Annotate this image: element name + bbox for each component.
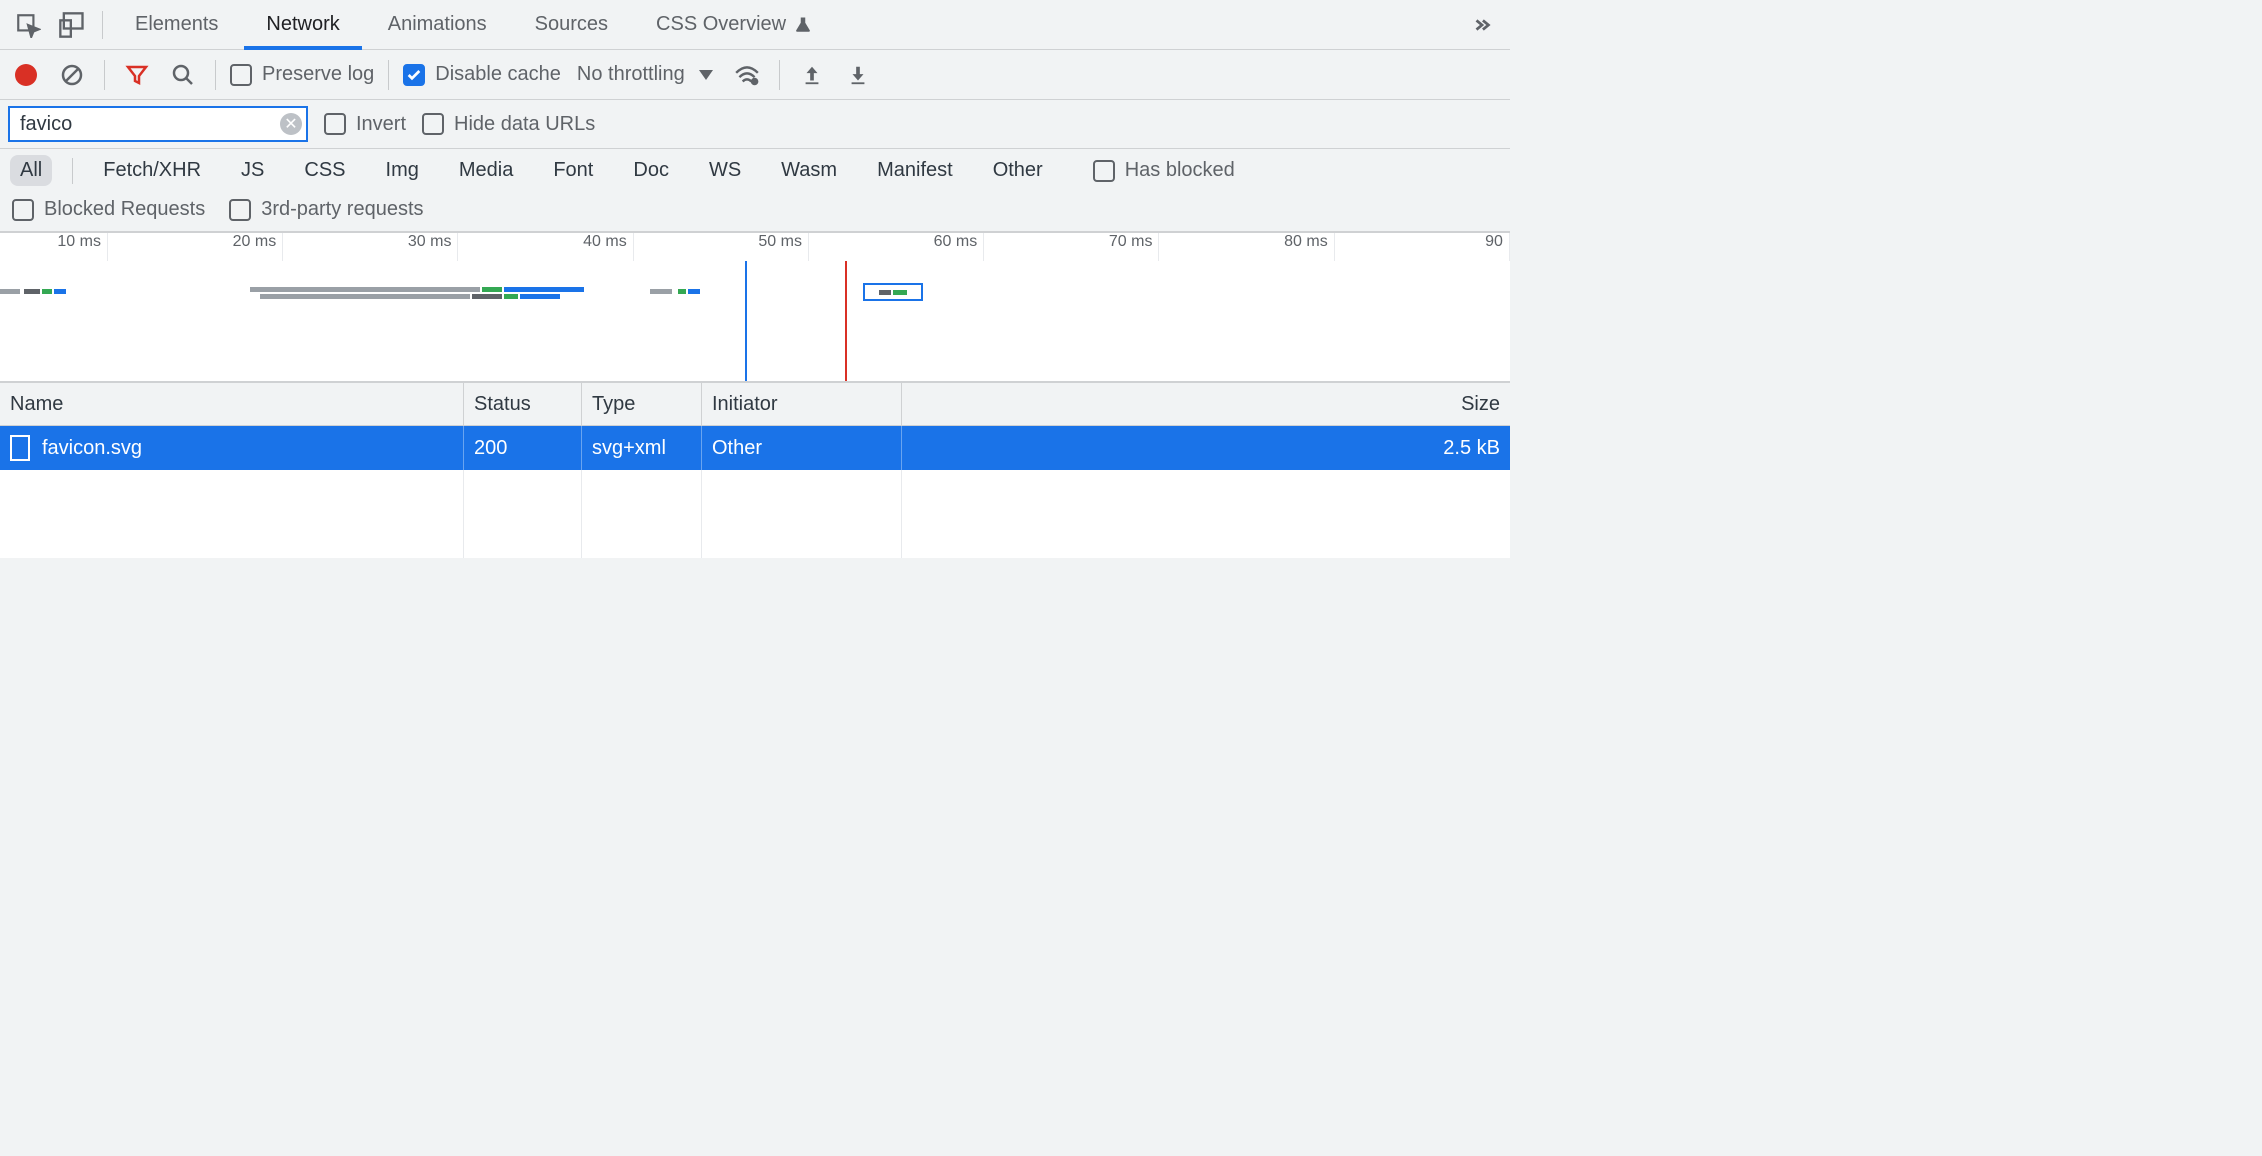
- cell-initiator: Other: [702, 426, 902, 470]
- record-button[interactable]: [8, 57, 44, 93]
- type-ws[interactable]: WS: [699, 155, 751, 186]
- inspect-element-icon[interactable]: [8, 5, 48, 45]
- checkbox-box: [12, 199, 34, 221]
- checkbox-box: [1093, 160, 1115, 182]
- type-js[interactable]: JS: [231, 155, 274, 186]
- search-icon[interactable]: [165, 57, 201, 93]
- cell-status: 200: [464, 426, 582, 470]
- domcontentloaded-marker: [745, 261, 747, 381]
- table-row[interactable]: favicon.svg 200 svg+xml Other 2.5 kB: [0, 426, 1510, 470]
- separator: [72, 158, 73, 184]
- timeline-selection[interactable]: [863, 283, 923, 301]
- cell-type: svg+xml: [582, 426, 702, 470]
- type-font[interactable]: Font: [543, 155, 603, 186]
- checkbox-box: [324, 113, 346, 135]
- checkbox-box: [229, 199, 251, 221]
- chevron-down-icon: [699, 70, 713, 80]
- col-initiator[interactable]: Initiator: [702, 383, 902, 425]
- col-name[interactable]: Name: [0, 383, 464, 425]
- type-manifest[interactable]: Manifest: [867, 155, 963, 186]
- separator: [102, 11, 103, 39]
- separator: [388, 60, 389, 90]
- type-media[interactable]: Media: [449, 155, 523, 186]
- checkbox-label: Invert: [356, 113, 406, 136]
- col-status[interactable]: Status: [464, 383, 582, 425]
- load-marker: [845, 261, 847, 381]
- checkbox-box: [403, 64, 425, 86]
- tick: 90: [1335, 233, 1510, 261]
- type-doc[interactable]: Doc: [623, 155, 679, 186]
- flask-icon: [794, 15, 812, 35]
- cell-size: 2.5 kB: [902, 426, 1510, 470]
- tab-animations[interactable]: Animations: [366, 0, 509, 50]
- has-blocked-checkbox[interactable]: Has blocked: [1093, 159, 1235, 182]
- table-header: Name Status Type Initiator Size: [0, 382, 1510, 426]
- type-filter-row: All Fetch/XHR JS CSS Img Media Font Doc …: [0, 149, 1510, 192]
- blocked-requests-checkbox[interactable]: Blocked Requests: [12, 198, 205, 221]
- tick: 50 ms: [634, 233, 809, 261]
- tick: 70 ms: [984, 233, 1159, 261]
- table-row-empty: [0, 514, 1510, 558]
- table-row-empty: [0, 470, 1510, 514]
- clear-filter-icon[interactable]: ✕: [280, 113, 302, 135]
- checkbox-label: Preserve log: [262, 63, 374, 86]
- hide-data-urls-checkbox[interactable]: Hide data URLs: [422, 113, 595, 136]
- type-css[interactable]: CSS: [294, 155, 355, 186]
- tab-sources[interactable]: Sources: [513, 0, 630, 50]
- throttling-select[interactable]: No throttling: [571, 63, 719, 86]
- network-toolbar: Preserve log Disable cache No throttling: [0, 50, 1510, 100]
- tab-css-overview[interactable]: CSS Overview: [634, 0, 834, 50]
- filter-icon[interactable]: [119, 57, 155, 93]
- throttling-label: No throttling: [577, 63, 685, 86]
- devtools-tabbar: Elements Network Animations Sources CSS …: [0, 0, 1510, 50]
- checkbox-label: Hide data URLs: [454, 113, 595, 136]
- col-type[interactable]: Type: [582, 383, 702, 425]
- tick: 40 ms: [458, 233, 633, 261]
- requests-table: Name Status Type Initiator Size favicon.…: [0, 382, 1510, 558]
- filter-row: ✕ Invert Hide data URLs: [0, 100, 1510, 149]
- type-other[interactable]: Other: [983, 155, 1053, 186]
- tick: 60 ms: [809, 233, 984, 261]
- tab-elements[interactable]: Elements: [113, 0, 240, 50]
- file-icon: [10, 435, 30, 461]
- tick: 80 ms: [1159, 233, 1334, 261]
- separator: [215, 60, 216, 90]
- device-toolbar-icon[interactable]: [52, 5, 92, 45]
- request-name: favicon.svg: [42, 437, 142, 460]
- preserve-log-checkbox[interactable]: Preserve log: [230, 63, 374, 86]
- tab-network[interactable]: Network: [244, 0, 361, 50]
- timeline-overview[interactable]: 10 ms 20 ms 30 ms 40 ms 50 ms 60 ms 70 m…: [0, 232, 1510, 382]
- timeline-ticks: 10 ms 20 ms 30 ms 40 ms 50 ms 60 ms 70 m…: [0, 233, 1510, 261]
- checkbox-box: [422, 113, 444, 135]
- cell-name: favicon.svg: [0, 426, 464, 470]
- tick: 30 ms: [283, 233, 458, 261]
- type-fetch-xhr[interactable]: Fetch/XHR: [93, 155, 211, 186]
- clear-icon[interactable]: [54, 57, 90, 93]
- tick: 20 ms: [108, 233, 283, 261]
- network-conditions-icon[interactable]: [729, 57, 765, 93]
- filter-row-2: Blocked Requests 3rd-party requests: [0, 192, 1510, 232]
- upload-har-icon[interactable]: [794, 57, 830, 93]
- checkbox-box: [230, 64, 252, 86]
- type-wasm[interactable]: Wasm: [771, 155, 847, 186]
- type-all[interactable]: All: [10, 155, 52, 186]
- more-tabs-icon[interactable]: [1462, 5, 1502, 45]
- col-size[interactable]: Size: [902, 383, 1510, 425]
- tab-label: CSS Overview: [656, 13, 786, 36]
- invert-checkbox[interactable]: Invert: [324, 113, 406, 136]
- tick: 10 ms: [0, 233, 108, 261]
- filter-input-wrap: ✕: [8, 106, 308, 142]
- separator: [104, 60, 105, 90]
- separator: [779, 60, 780, 90]
- checkbox-label: Has blocked: [1125, 159, 1235, 182]
- checkbox-label: Disable cache: [435, 63, 561, 86]
- checkbox-label: 3rd-party requests: [261, 198, 423, 221]
- download-har-icon[interactable]: [840, 57, 876, 93]
- filter-input[interactable]: [8, 106, 308, 142]
- checkbox-label: Blocked Requests: [44, 198, 205, 221]
- third-party-checkbox[interactable]: 3rd-party requests: [229, 198, 423, 221]
- disable-cache-checkbox[interactable]: Disable cache: [403, 63, 561, 86]
- type-img[interactable]: Img: [376, 155, 429, 186]
